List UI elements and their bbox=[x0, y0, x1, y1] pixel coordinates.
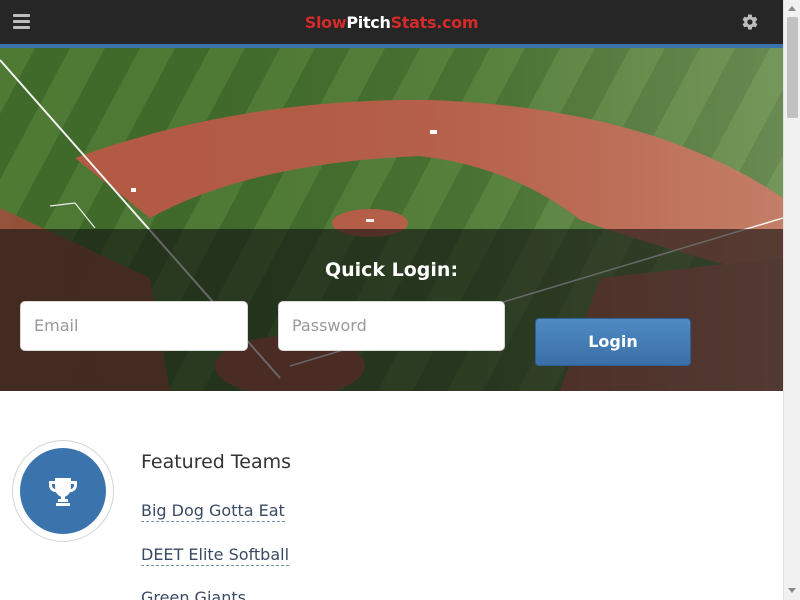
team-link[interactable]: DEET Elite Softball bbox=[141, 545, 290, 566]
team-link[interactable]: Big Dog Gotta Eat bbox=[141, 501, 285, 522]
featured-teams-heading: Featured Teams bbox=[141, 451, 292, 473]
hamburger-menu-icon[interactable] bbox=[13, 14, 30, 29]
email-field[interactable]: Email bbox=[20, 301, 248, 351]
password-field[interactable]: Password bbox=[278, 301, 505, 351]
brand-part-pitch: Pitch bbox=[346, 12, 391, 32]
login-button[interactable]: Login bbox=[535, 318, 691, 366]
scroll-up-arrow-icon[interactable] bbox=[788, 6, 796, 11]
quick-login-title: Quick Login: bbox=[324, 259, 459, 281]
page-scrollbar[interactable] bbox=[783, 0, 800, 600]
gear-icon[interactable] bbox=[741, 13, 759, 31]
trophy-icon bbox=[46, 474, 80, 508]
top-navbar: SlowPitchStats.com bbox=[0, 0, 783, 44]
scroll-thumb[interactable] bbox=[787, 17, 798, 118]
brand-part-stats: Stats.com bbox=[390, 12, 479, 32]
team-link[interactable]: Green Giants bbox=[141, 588, 246, 600]
brand-part-slow: Slow bbox=[304, 12, 347, 32]
scroll-down-arrow-icon[interactable] bbox=[788, 588, 796, 593]
site-logo[interactable]: SlowPitchStats.com bbox=[305, 13, 479, 32]
